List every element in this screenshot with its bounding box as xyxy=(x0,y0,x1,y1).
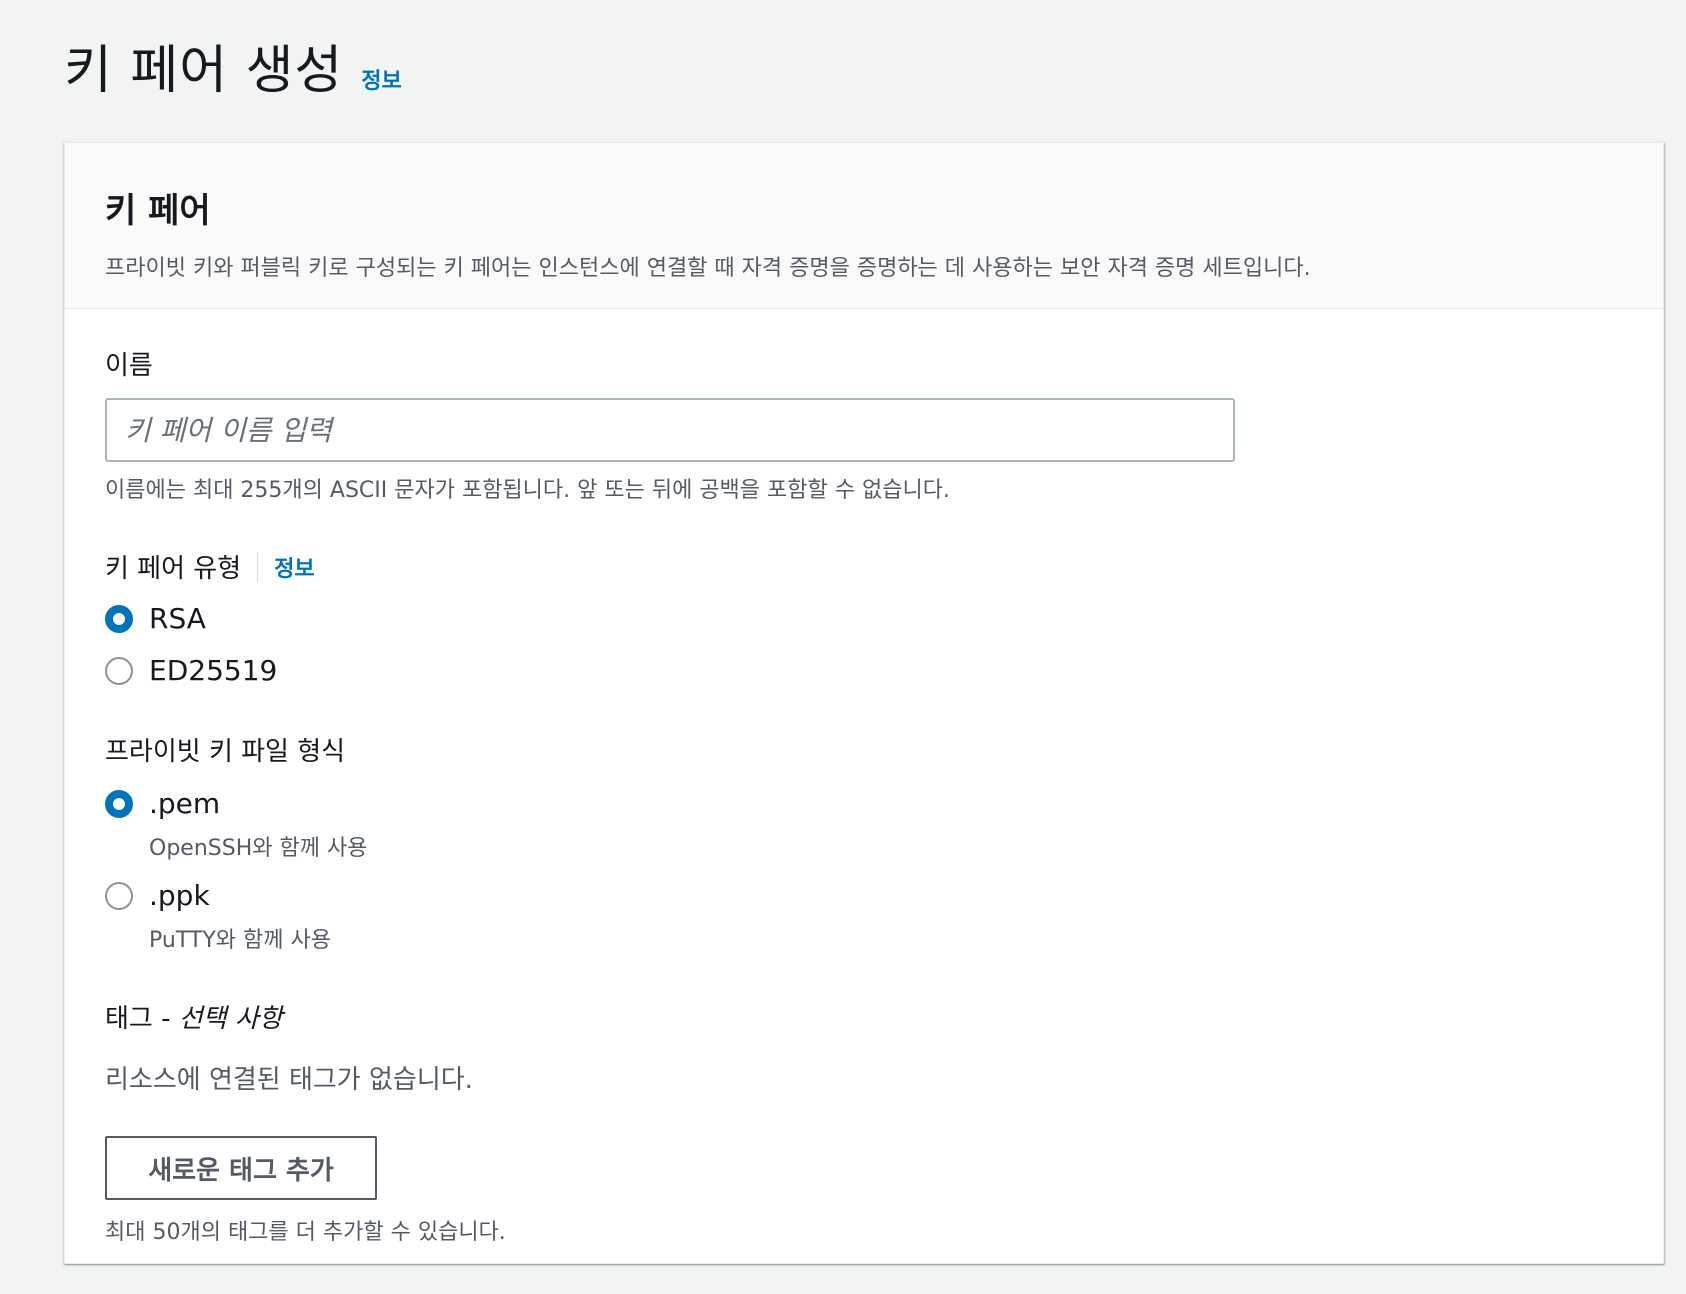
tags-label: 태그 - 선택 사항 xyxy=(105,998,1623,1035)
file-format-radio-group: .pem OpenSSH와 함께 사용 .ppk PuTTY와 함께 사용 xyxy=(105,784,1623,954)
radio-option-ppk[interactable]: .ppk PuTTY와 함께 사용 xyxy=(105,876,1623,954)
radio-button-ppk[interactable] xyxy=(105,882,133,910)
name-hint: 이름에는 최대 255개의 ASCII 문자가 포함됩니다. 앞 또는 뒤에 공… xyxy=(105,478,950,503)
radio-label-rsa: RSA xyxy=(149,602,206,635)
add-new-tag-button[interactable]: 새로운 태그 추가 xyxy=(105,1136,377,1200)
radio-text-ppk: .ppk PuTTY와 함께 사용 xyxy=(149,876,331,954)
key-type-info-link[interactable]: 정보 xyxy=(274,551,314,583)
radio-label-pem: .pem xyxy=(149,787,221,820)
page-info-link[interactable]: 정보 xyxy=(361,63,401,95)
page-title: 키 페어 생성 xyxy=(64,41,344,101)
file-format-label: 프라이빗 키 파일 형식 xyxy=(105,737,346,767)
radio-button-rsa[interactable] xyxy=(105,605,133,633)
panel-title: 키 페어 xyxy=(105,191,211,231)
radio-label-ppk: .ppk xyxy=(149,879,210,912)
tags-empty-message: 리소스에 연결된 태그가 없습니다. xyxy=(105,1065,473,1095)
radio-button-ed25519[interactable] xyxy=(105,657,133,685)
radio-desc-ppk: PuTTY와 함께 사용 xyxy=(149,928,331,953)
name-field-group: 이름 이름에는 최대 255개의 ASCII 문자가 포함됩니다. 앞 또는 뒤… xyxy=(105,345,1623,504)
tags-group: 태그 - 선택 사항 리소스에 연결된 태그가 없습니다. 새로운 태그 추가 … xyxy=(105,998,1623,1246)
key-type-label-row: 키 페어 유형 정보 xyxy=(105,548,1623,585)
name-label: 이름 xyxy=(105,351,153,381)
radio-option-ed25519[interactable]: ED25519 xyxy=(105,651,1623,691)
key-type-group: 키 페어 유형 정보 RSA ED25519 xyxy=(105,548,1623,691)
tags-limit-hint: 최대 50개의 태그를 더 추가할 수 있습니다. xyxy=(105,1220,506,1245)
file-format-group: 프라이빗 키 파일 형식 .pem OpenSSH와 함께 사용 .ppk Pu… xyxy=(105,731,1623,954)
panel-body: 이름 이름에는 최대 255개의 ASCII 문자가 포함됩니다. 앞 또는 뒤… xyxy=(65,309,1663,1246)
tags-label-main: 태그 - xyxy=(105,1004,179,1034)
radio-text-rsa: RSA xyxy=(149,599,206,639)
radio-button-pem[interactable] xyxy=(105,790,133,818)
key-type-label: 키 페어 유형 xyxy=(105,554,242,584)
panel-header: 키 페어 프라이빗 키와 퍼블릭 키로 구성되는 키 페어는 인스턴스에 연결할… xyxy=(65,143,1663,309)
key-pair-panel: 키 페어 프라이빗 키와 퍼블릭 키로 구성되는 키 페어는 인스턴스에 연결할… xyxy=(64,142,1664,1264)
label-divider xyxy=(257,551,259,582)
radio-label-ed25519: ED25519 xyxy=(149,654,278,687)
radio-text-ed25519: ED25519 xyxy=(149,651,277,691)
radio-option-rsa[interactable]: RSA xyxy=(105,599,1623,639)
key-type-radio-group: RSA ED25519 xyxy=(105,599,1623,691)
panel-description: 프라이빗 키와 퍼블릭 키로 구성되는 키 페어는 인스턴스에 연결할 때 자격… xyxy=(105,256,1311,281)
radio-option-pem[interactable]: .pem OpenSSH와 함께 사용 xyxy=(105,784,1623,862)
radio-desc-pem: OpenSSH와 함께 사용 xyxy=(149,836,368,861)
key-pair-name-input[interactable] xyxy=(105,398,1235,462)
tags-label-optional: 선택 사항 xyxy=(178,1004,283,1034)
page-header: 키 페어 생성 정보 xyxy=(64,28,402,103)
radio-text-pem: .pem OpenSSH와 함께 사용 xyxy=(149,784,367,862)
